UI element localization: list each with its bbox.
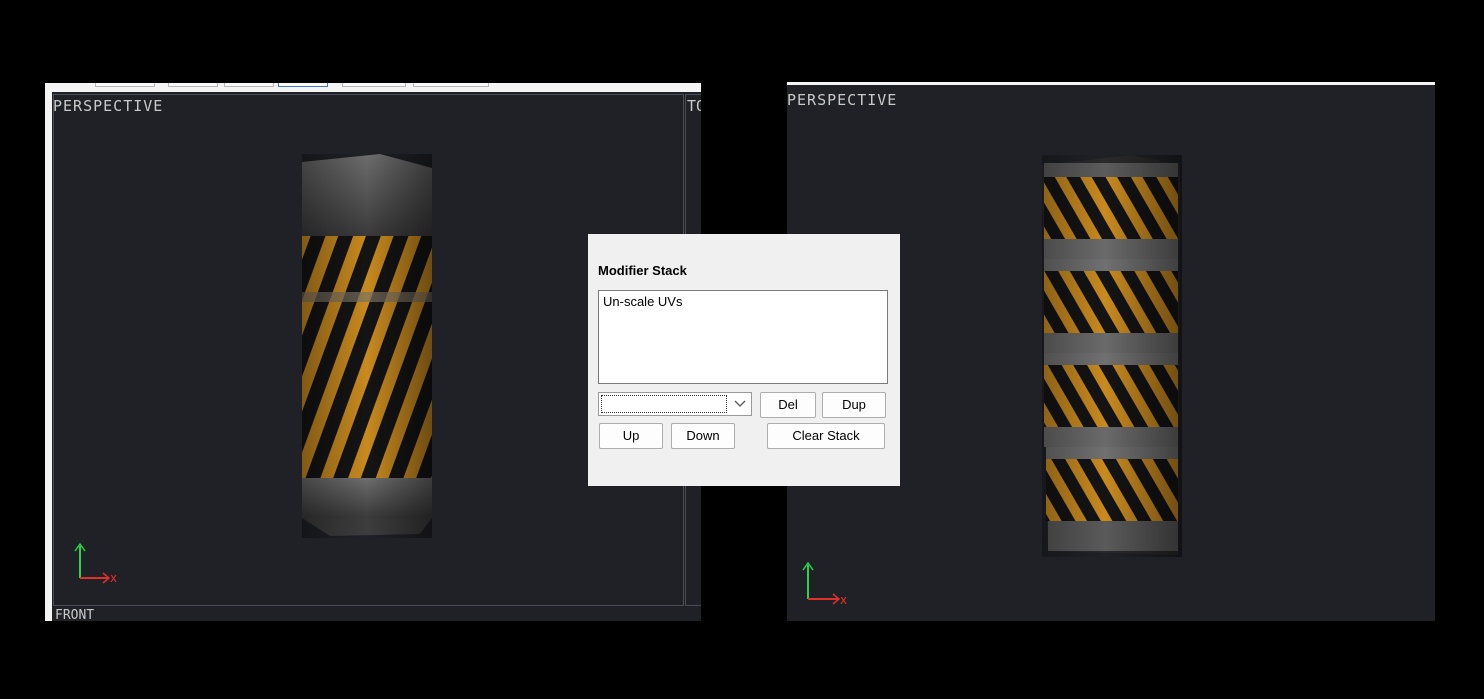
hazard-pillar-model-tiled xyxy=(1042,155,1182,557)
modifier-select[interactable] xyxy=(598,392,752,416)
clear-stack-button[interactable]: Clear Stack xyxy=(767,423,885,449)
bottom-viewport-label: FRONT xyxy=(55,608,95,621)
left-toolbar-strip xyxy=(45,83,701,92)
toolbar-tab[interactable] xyxy=(95,83,155,87)
toolbar-tab[interactable] xyxy=(224,83,274,87)
axis-x-label: x xyxy=(840,593,847,607)
modifier-stack-list[interactable]: Un-scale UVs xyxy=(598,290,888,384)
axis-x-label: x xyxy=(110,571,117,585)
toolbar-tab[interactable] xyxy=(168,83,218,87)
panel-title: Modifier Stack xyxy=(598,263,687,278)
modifier-stack-panel: Modifier Stack Un-scale UVs Del Dup Up D… xyxy=(588,234,900,486)
viewport-label: PERSPECTIVE xyxy=(53,97,164,115)
duplicate-modifier-button[interactable]: Dup xyxy=(822,392,886,418)
axis-gizmo: x xyxy=(802,561,847,607)
delete-modifier-button[interactable]: Del xyxy=(760,392,816,418)
stack-list-item[interactable]: Un-scale UVs xyxy=(603,294,682,309)
toolbar-tab[interactable] xyxy=(413,83,489,87)
chevron-down-icon xyxy=(734,400,746,407)
move-up-button[interactable]: Up xyxy=(599,423,663,449)
viewport-left-edge xyxy=(45,92,52,621)
side-viewport-label: TO xyxy=(687,97,701,115)
modifier-select-value xyxy=(601,395,727,413)
toolbar-tab-active[interactable] xyxy=(278,83,328,87)
axis-gizmo: x xyxy=(74,542,117,585)
toolbar-tab[interactable] xyxy=(342,83,406,87)
viewport-label: PERSPECTIVE xyxy=(787,91,898,109)
hazard-pillar-model xyxy=(302,154,432,538)
move-down-button[interactable]: Down xyxy=(671,423,735,449)
